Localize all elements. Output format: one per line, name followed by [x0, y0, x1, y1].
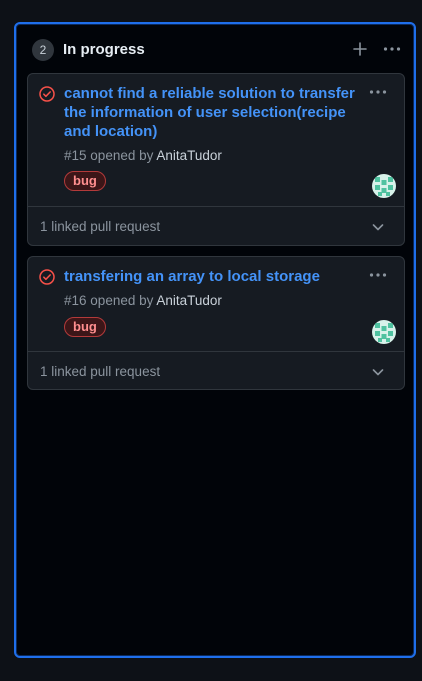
- avatar[interactable]: [372, 174, 396, 198]
- page: 2 In progress cannot find a reliable sol…: [0, 0, 422, 681]
- chevron-down-icon: [370, 364, 386, 380]
- kebab-horizontal-icon[interactable]: [381, 38, 403, 60]
- issue-meta: #15 opened by AnitaTudor: [64, 148, 222, 164]
- column-header: 2 In progress: [16, 24, 414, 74]
- avatar[interactable]: [372, 320, 396, 344]
- issue-opened-icon: [39, 269, 55, 285]
- issue-number: #15: [64, 148, 87, 163]
- issue-author-link[interactable]: AnitaTudor: [156, 148, 222, 163]
- column-title: In progress: [63, 41, 145, 58]
- chevron-down-icon: [370, 219, 386, 235]
- linked-pull-request-toggle[interactable]: 1 linked pull request: [28, 207, 404, 245]
- linked-pull-request-text: 1 linked pull request: [40, 219, 161, 234]
- opened-by-text: opened by: [90, 148, 154, 163]
- card-menu-kebab-icon[interactable]: [367, 267, 389, 283]
- issue-card[interactable]: cannot find a reliable solution to trans…: [27, 73, 405, 246]
- issue-meta: #16 opened by AnitaTudor: [64, 293, 222, 309]
- card-menu-kebab-icon[interactable]: [367, 84, 389, 100]
- linked-pull-request-toggle[interactable]: 1 linked pull request: [28, 352, 404, 390]
- issue-card[interactable]: transfering an array to local storage #1…: [27, 256, 405, 390]
- bug-label[interactable]: bug: [64, 171, 106, 191]
- linked-pull-request-text: 1 linked pull request: [40, 364, 161, 379]
- opened-by-text: opened by: [90, 293, 154, 308]
- issue-title-link[interactable]: transfering an array to local storage: [64, 267, 364, 286]
- project-column: 2 In progress cannot find a reliable sol…: [14, 22, 416, 658]
- issue-title-link[interactable]: cannot find a reliable solution to trans…: [64, 84, 364, 141]
- plus-icon[interactable]: [349, 38, 371, 60]
- issue-number: #16: [64, 293, 87, 308]
- issue-author-link[interactable]: AnitaTudor: [156, 293, 222, 308]
- column-count-badge: 2: [32, 39, 54, 61]
- issue-opened-icon: [39, 86, 55, 102]
- bug-label[interactable]: bug: [64, 317, 106, 337]
